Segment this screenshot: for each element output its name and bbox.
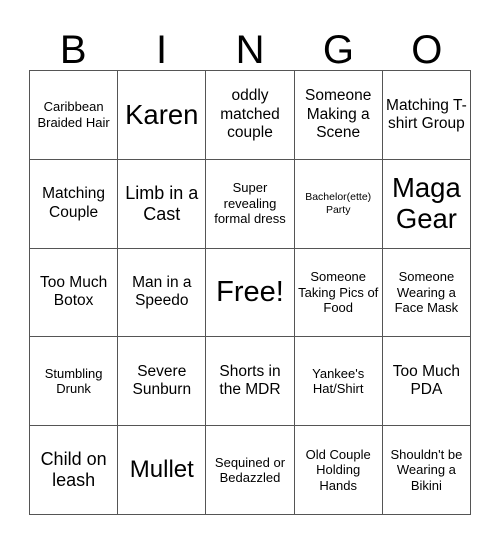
bingo-cell-label: Too Much Botox: [39, 274, 108, 310]
bingo-cell-label: Someone Taking Pics of Food: [298, 269, 379, 316]
bingo-cell[interactable]: Yankee's Hat/Shirt: [294, 337, 383, 427]
bingo-cell[interactable]: oddly matched couple: [206, 71, 295, 160]
bingo-cell-label: Severe Sunburn: [132, 363, 192, 399]
bingo-cell[interactable]: Old Couple Holding Hands: [294, 426, 383, 515]
bingo-cell[interactable]: Someone Wearing a Face Mask: [382, 248, 471, 338]
bingo-cell-label: Someone Making a Scene: [305, 87, 372, 142]
bingo-cell[interactable]: Matching Couple: [30, 159, 119, 249]
bingo-cell[interactable]: Someone Making a Scene: [294, 71, 383, 160]
bingo-cell-label: Sequined or Bedazzled: [214, 454, 286, 486]
bingo-cell[interactable]: Stumbling Drunk: [30, 337, 119, 427]
bingo-cell-label: Bachelor(ette) Party: [305, 190, 372, 216]
bingo-cell-label: Too Much PDA: [392, 363, 460, 399]
header-letter-g: G: [322, 28, 354, 72]
bingo-cell-label: Caribbean Braided Hair: [37, 99, 110, 130]
bingo-cell-label: Yankee's Hat/Shirt: [312, 365, 365, 397]
bingo-cell-label: Someone Wearing a Face Mask: [394, 269, 459, 316]
bingo-cell-label: oddly matched couple: [220, 87, 280, 142]
bingo-cell[interactable]: Maga Gear: [382, 159, 471, 249]
bingo-cell-label: Maga Gear: [391, 172, 461, 234]
bingo-cell[interactable]: Severe Sunburn: [118, 337, 207, 427]
header-letter-o: O: [411, 28, 443, 72]
bingo-cell-free[interactable]: Free!: [206, 248, 295, 338]
bingo-cell-label: Matching Couple: [42, 185, 106, 221]
bingo-cell[interactable]: Karen: [118, 71, 207, 160]
bingo-cell[interactable]: Shorts in the MDR: [206, 337, 295, 427]
bingo-grid: Caribbean Braided Hair Karen oddly match…: [29, 70, 471, 515]
bingo-cell-label: Matching T-shirt Group: [386, 96, 467, 132]
bingo-cell[interactable]: Too Much Botox: [30, 248, 119, 338]
bingo-cell[interactable]: Man in a Speedo: [118, 248, 207, 338]
bingo-cell[interactable]: Caribbean Braided Hair: [30, 71, 119, 160]
bingo-cell-label: Old Couple Holding Hands: [305, 446, 371, 493]
bingo-cell[interactable]: Limb in a Cast: [118, 159, 207, 249]
bingo-cell-label: Karen: [125, 98, 199, 130]
bingo-cell[interactable]: Mullet: [118, 426, 207, 515]
bingo-cell[interactable]: Child on leash: [30, 426, 119, 515]
bingo-cell[interactable]: Shouldn't be Wearing a Bikini: [382, 426, 471, 515]
bingo-cell[interactable]: Bachelor(ette) Party: [294, 159, 383, 249]
bingo-cell-label: Child on leash: [40, 449, 107, 491]
bingo-cell-label: Super revealing formal dress: [214, 180, 286, 227]
bingo-cell-label: Stumbling Drunk: [44, 365, 103, 397]
bingo-cell[interactable]: Sequined or Bedazzled: [206, 426, 295, 515]
bingo-cell[interactable]: Too Much PDA: [382, 337, 471, 427]
bingo-cell[interactable]: Someone Taking Pics of Food: [294, 248, 383, 338]
header-letter-i: I: [156, 28, 168, 72]
header-letter-b: B: [59, 28, 87, 72]
bingo-header: B I N G O: [29, 18, 471, 70]
bingo-cell-label: Man in a Speedo: [132, 274, 192, 310]
bingo-cell[interactable]: Super revealing formal dress: [206, 159, 295, 249]
header-letter-n: N: [235, 28, 265, 72]
bingo-cell-label: Shorts in the MDR: [219, 363, 281, 399]
bingo-cell-label: Shouldn't be Wearing a Bikini: [390, 446, 463, 493]
bingo-card: B I N G O Caribbean Braided Hair Karen o…: [0, 0, 500, 544]
bingo-cell-label: Mullet: [129, 455, 194, 483]
bingo-cell-label: Free!: [216, 275, 284, 308]
bingo-cell-label: Limb in a Cast: [125, 182, 199, 224]
bingo-cell[interactable]: Matching T-shirt Group: [382, 71, 471, 160]
